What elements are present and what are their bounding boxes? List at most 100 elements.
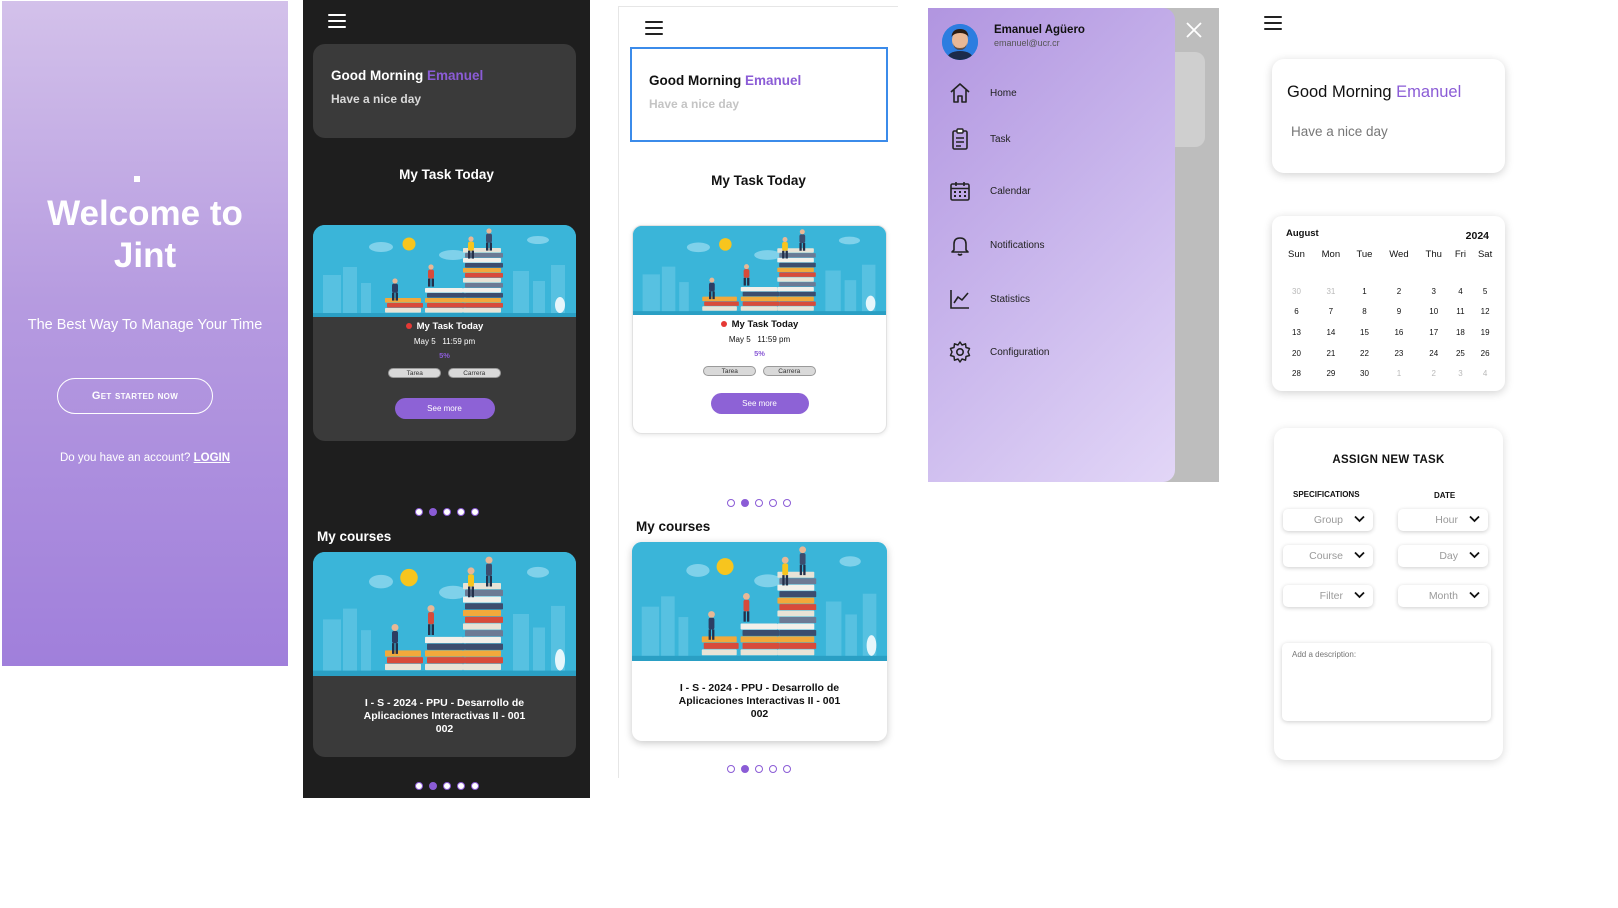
carousel-dot-active[interactable]	[428, 508, 437, 516]
menu-item-calendar[interactable]: Calendar	[948, 179, 1148, 205]
get-started-button[interactable]: Get started now	[57, 378, 213, 414]
calendar-day[interactable]: 5	[1471, 281, 1499, 302]
carousel-dot[interactable]	[754, 765, 763, 773]
menu-item-statistics[interactable]: Statistics	[948, 287, 1148, 313]
calendar-day[interactable]: 19	[1471, 322, 1499, 343]
tag-chip[interactable]: Tarea	[388, 368, 442, 378]
calendar-day[interactable]: 28	[1280, 363, 1313, 384]
calendar-day[interactable]: 2	[1418, 363, 1450, 384]
tag-chip[interactable]: Tarea	[703, 366, 757, 376]
calendar-day[interactable]: 6	[1280, 302, 1313, 323]
carousel-dot[interactable]	[442, 508, 451, 516]
course-name: I - S - 2024 - PPU - Desarrollo de Aplic…	[313, 676, 576, 736]
calendar-day[interactable]: 30	[1349, 363, 1380, 384]
calendar-day[interactable]: 30	[1280, 281, 1313, 302]
calendar-day[interactable]: 25	[1450, 343, 1472, 364]
see-more-button[interactable]: See more	[394, 398, 495, 419]
hamburger-menu-icon[interactable]	[1264, 16, 1282, 30]
carousel-dot[interactable]	[768, 765, 777, 773]
calendar-day[interactable]: 29	[1313, 363, 1349, 384]
carousel-dot-active[interactable]	[428, 782, 437, 790]
section-title-courses: My courses	[636, 519, 711, 534]
carousel-dot[interactable]	[470, 782, 479, 790]
account-question: Do you have an account?	[59, 452, 191, 464]
hour-select[interactable]: Hour	[1398, 509, 1488, 531]
task-tags: Tarea Carrera	[313, 367, 576, 378]
carousel-dot[interactable]	[726, 499, 735, 507]
section-title-courses: My courses	[317, 529, 392, 544]
menu-item-notifications[interactable]: Notifications	[948, 233, 1148, 259]
greeting-subtitle: Have a nice day	[649, 97, 740, 111]
close-icon[interactable]	[1186, 22, 1202, 38]
carousel-dot[interactable]	[754, 499, 763, 507]
calendar-day[interactable]: 21	[1313, 343, 1349, 364]
carousel-dot[interactable]	[726, 765, 735, 773]
calendar-day[interactable]: 15	[1349, 322, 1380, 343]
clipboard-icon	[952, 128, 968, 150]
login-link[interactable]: LOGIN	[194, 452, 230, 464]
carousel-dot[interactable]	[768, 499, 777, 507]
tag-chip[interactable]: Carrera	[762, 366, 816, 376]
calendar-day[interactable]: 4	[1450, 281, 1472, 302]
task-card[interactable]: My Task Today May 5 11:59 pm 5% Tarea Ca…	[313, 225, 576, 441]
see-more-button[interactable]: See more	[710, 393, 809, 414]
calendar-day[interactable]: 26	[1471, 343, 1499, 364]
course-select[interactable]: Course	[1283, 545, 1373, 567]
avatar[interactable]	[942, 24, 978, 60]
day-select[interactable]: Day	[1398, 545, 1488, 567]
carousel-dot[interactable]	[414, 508, 423, 516]
calendar-day[interactable]: 31	[1313, 281, 1349, 302]
carousel-dot[interactable]	[782, 765, 791, 773]
calendar-day[interactable]: 2	[1380, 281, 1418, 302]
calendar-day[interactable]: 14	[1313, 322, 1349, 343]
chevron-down-icon	[1469, 551, 1480, 559]
calendar-day[interactable]: 11	[1450, 302, 1472, 323]
menu-item-task[interactable]: Task	[948, 127, 1148, 153]
tag-chip[interactable]: Carrera	[447, 368, 501, 378]
course-card[interactable]: I - S - 2024 - PPU - Desarrollo de Aplic…	[313, 552, 576, 757]
carousel-dots	[303, 777, 590, 795]
carousel-dot-active[interactable]	[740, 499, 749, 507]
carousel-dot-active[interactable]	[740, 765, 749, 773]
task-card[interactable]: My Task Today May 5 11:59 pm 5% Tarea Ca…	[632, 225, 887, 434]
carousel-dot[interactable]	[470, 508, 479, 516]
group-select[interactable]: Group	[1283, 509, 1373, 531]
carousel-dot[interactable]	[456, 508, 465, 516]
description-field[interactable]	[1282, 643, 1491, 721]
calendar-day[interactable]: 8	[1349, 302, 1380, 323]
calendar-day[interactable]: 7	[1313, 302, 1349, 323]
calendar-day[interactable]: 23	[1380, 343, 1418, 364]
carousel-dot[interactable]	[414, 782, 423, 790]
weekday-label: Mon	[1321, 249, 1341, 260]
calendar-day[interactable]: 16	[1380, 322, 1418, 343]
hamburger-menu-icon[interactable]	[328, 14, 346, 28]
hamburger-menu-icon[interactable]	[645, 21, 663, 35]
calendar-day[interactable]: 3	[1418, 281, 1450, 302]
month-select-value: Month	[1428, 590, 1458, 602]
course-card[interactable]: I - S - 2024 - PPU - Desarrollo de Aplic…	[632, 542, 887, 741]
calendar-day[interactable]: 9	[1380, 302, 1418, 323]
greeting-subtitle: Have a nice day	[331, 92, 422, 106]
carousel-dot[interactable]	[782, 499, 791, 507]
calendar-day[interactable]: 18	[1450, 322, 1472, 343]
month-select[interactable]: Month	[1398, 585, 1488, 607]
calendar-day[interactable]: 4	[1471, 363, 1499, 384]
calendar-day[interactable]: 22	[1349, 343, 1380, 364]
calendar-day[interactable]: 17	[1418, 322, 1450, 343]
carousel-dot[interactable]	[456, 782, 465, 790]
menu-item-home[interactable]: Home	[948, 81, 1148, 107]
calendar-day[interactable]: 24	[1418, 343, 1450, 364]
calendar-day[interactable]: 20	[1280, 343, 1313, 364]
calendar-day[interactable]: 13	[1280, 322, 1313, 343]
calendar-day[interactable]: 1	[1380, 363, 1418, 384]
carousel-dot[interactable]	[442, 782, 451, 790]
calendar-day[interactable]: 3	[1450, 363, 1472, 384]
calendar-day[interactable]: 1	[1349, 281, 1380, 302]
calendar-widget: August 2024 Sun Mon Tue Wed Thu Fri Sat 30 31 1 2…	[1272, 216, 1505, 391]
filter-select[interactable]: Filter	[1283, 585, 1373, 607]
task-title-row: My Task Today	[633, 319, 886, 330]
menu-item-configuration[interactable]: Configuration	[948, 340, 1148, 366]
calendar-day[interactable]: 10	[1418, 302, 1450, 323]
gear-icon	[949, 341, 971, 363]
calendar-day[interactable]: 12	[1471, 302, 1499, 323]
